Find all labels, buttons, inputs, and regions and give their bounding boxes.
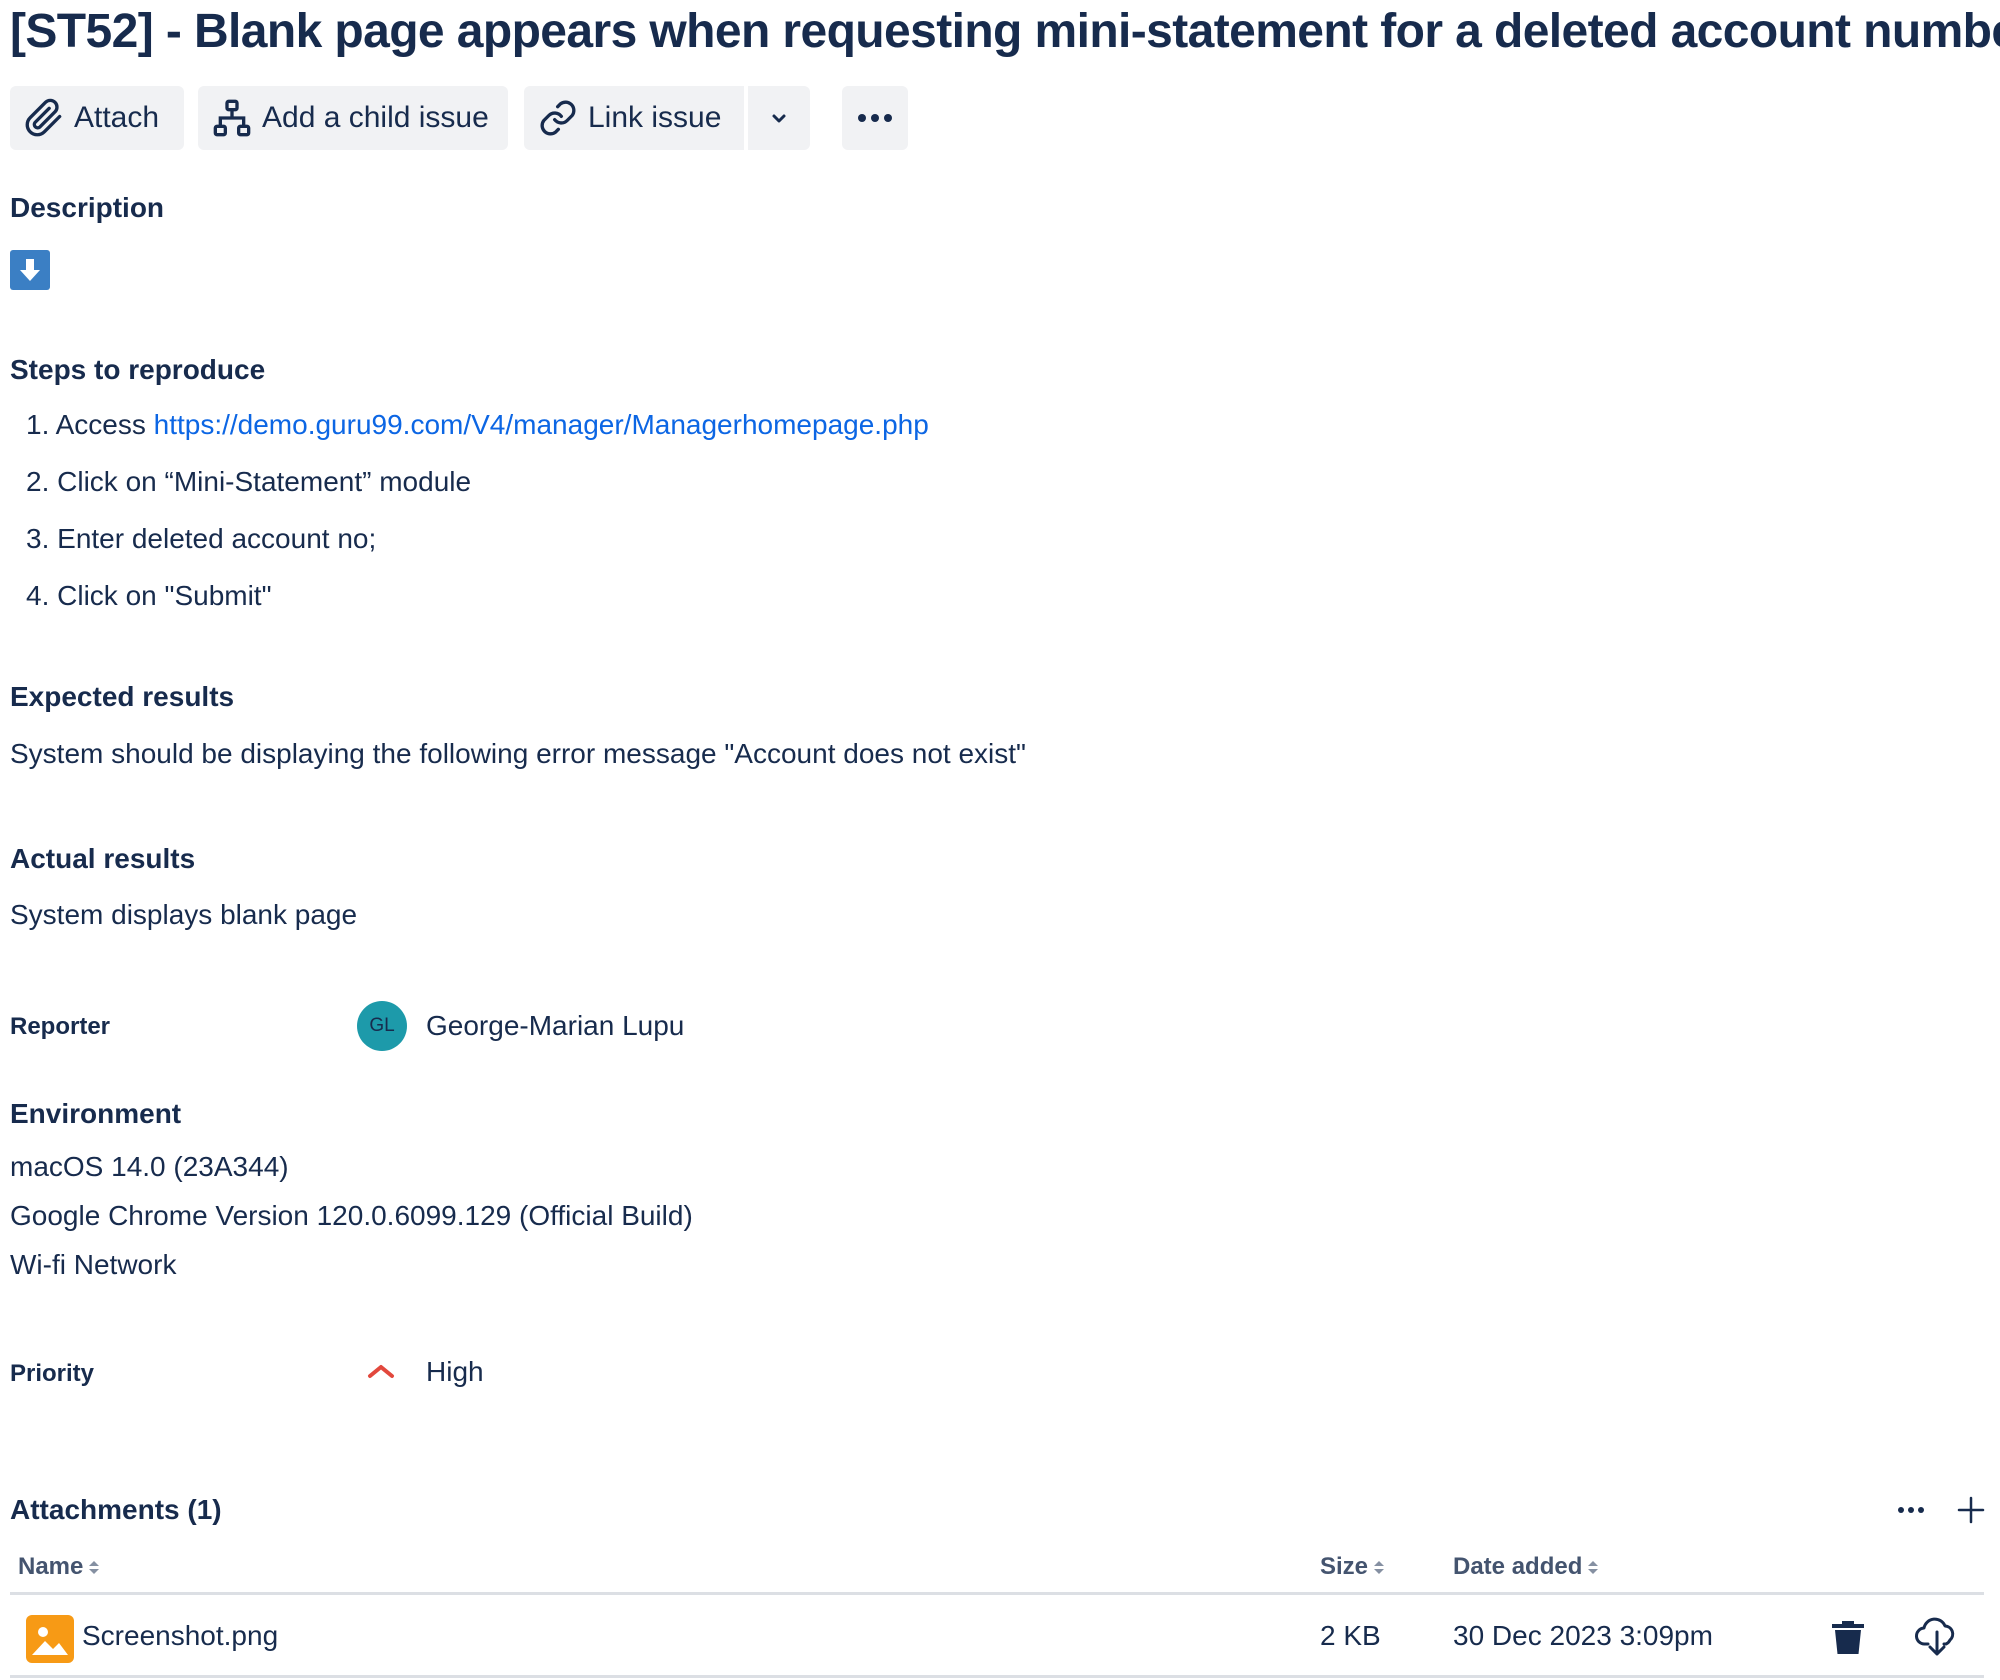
step-number: 3. [26, 523, 50, 554]
chevron-down-icon [772, 114, 786, 123]
step-item: 4. Click on "Submit" [26, 580, 272, 612]
column-header-date-label: Date added [1453, 1553, 1583, 1580]
environment-heading: Environment [10, 1098, 182, 1129]
issue-view: [ST52] - Blank page appears when request… [0, 0, 2000, 1680]
add-child-issue-button[interactable]: Add a child issue [198, 86, 508, 150]
step-link[interactable]: https://demo.guru99.com/V4/manager/Manag… [154, 409, 929, 440]
paperclip-icon [25, 98, 62, 137]
reporter-name[interactable]: George-Marian Lupu [426, 1010, 684, 1042]
column-header-name-label: Name [18, 1553, 84, 1580]
image-file-icon [26, 1615, 74, 1663]
download-arrow-icon [10, 250, 50, 290]
expected-results-heading: Expected results [10, 681, 235, 712]
trash-icon[interactable] [1830, 1618, 1866, 1656]
attachments-heading: Attachments (1) [10, 1494, 222, 1525]
attachment-size: 2 KB [1320, 1620, 1381, 1651]
priority-high-icon [368, 1365, 394, 1378]
attach-button[interactable]: Attach [10, 86, 184, 150]
step-text: Access [55, 409, 154, 440]
step-number: 1. [26, 409, 50, 440]
step-item: 2. Click on “Mini-Statement” module [26, 466, 471, 498]
more-actions-button[interactable] [842, 86, 908, 150]
step-item: 3. Enter deleted account no; [26, 523, 376, 555]
link-icon [540, 100, 576, 136]
sort-icon [89, 1560, 100, 1574]
attachment-name[interactable]: Screenshot.png [82, 1620, 278, 1652]
issue-title[interactable]: [ST52] - Blank page appears when request… [10, 4, 2000, 59]
column-header-name[interactable]: Name [18, 1553, 100, 1581]
cloud-download-icon[interactable] [1914, 1616, 1960, 1658]
add-attachment-icon[interactable] [1955, 1494, 1987, 1526]
step-item: 1. Access https://demo.guru99.com/V4/man… [26, 409, 929, 441]
sort-icon [1588, 1560, 1599, 1574]
actual-results-heading: Actual results [10, 843, 196, 874]
add-child-issue-label: Add a child issue [262, 101, 489, 134]
step-text: Click on “Mini-Statement” module [57, 466, 472, 497]
priority-value[interactable]: High [426, 1356, 484, 1388]
attach-label: Attach [74, 101, 160, 134]
column-header-size-label: Size [1320, 1553, 1369, 1580]
column-header-date[interactable]: Date added [1453, 1553, 1599, 1581]
environment-line: Wi-fi Network [10, 1249, 177, 1280]
link-issue-label: Link issue [588, 101, 722, 134]
environment-line: Google Chrome Version 120.0.6099.129 (Of… [10, 1200, 693, 1231]
avatar-initials: GL [369, 1015, 395, 1036]
environment-line: macOS 14.0 (23A344) [10, 1151, 289, 1182]
child-issue-icon [213, 99, 251, 137]
table-row-divider [10, 1675, 1984, 1678]
sort-icon [1374, 1560, 1385, 1574]
attachments-more-icon[interactable] [1896, 1500, 1926, 1520]
actual-results-text: System displays blank page [10, 899, 358, 930]
avatar[interactable]: GL [357, 1001, 407, 1051]
table-row[interactable]: Screenshot.png 2 KB 30 Dec 2023 3:09pm [10, 1595, 1984, 1675]
attachment-date: 30 Dec 2023 3:09pm [1453, 1620, 1713, 1651]
step-text: Enter deleted account no; [57, 523, 377, 554]
description-heading: Description [10, 192, 165, 223]
more-horizontal-icon [858, 114, 892, 122]
link-issue-button[interactable]: Link issue [524, 86, 744, 150]
expected-results-text: System should be displaying the followin… [10, 738, 1026, 769]
priority-label: Priority [10, 1360, 95, 1387]
step-number: 2. [26, 466, 50, 497]
steps-heading: Steps to reproduce [10, 354, 266, 385]
column-header-size[interactable]: Size [1320, 1553, 1385, 1581]
step-number: 4. [26, 580, 50, 611]
reporter-label: Reporter [10, 1013, 111, 1040]
step-text: Click on "Submit" [57, 580, 272, 611]
link-issue-dropdown-button[interactable] [748, 86, 810, 150]
